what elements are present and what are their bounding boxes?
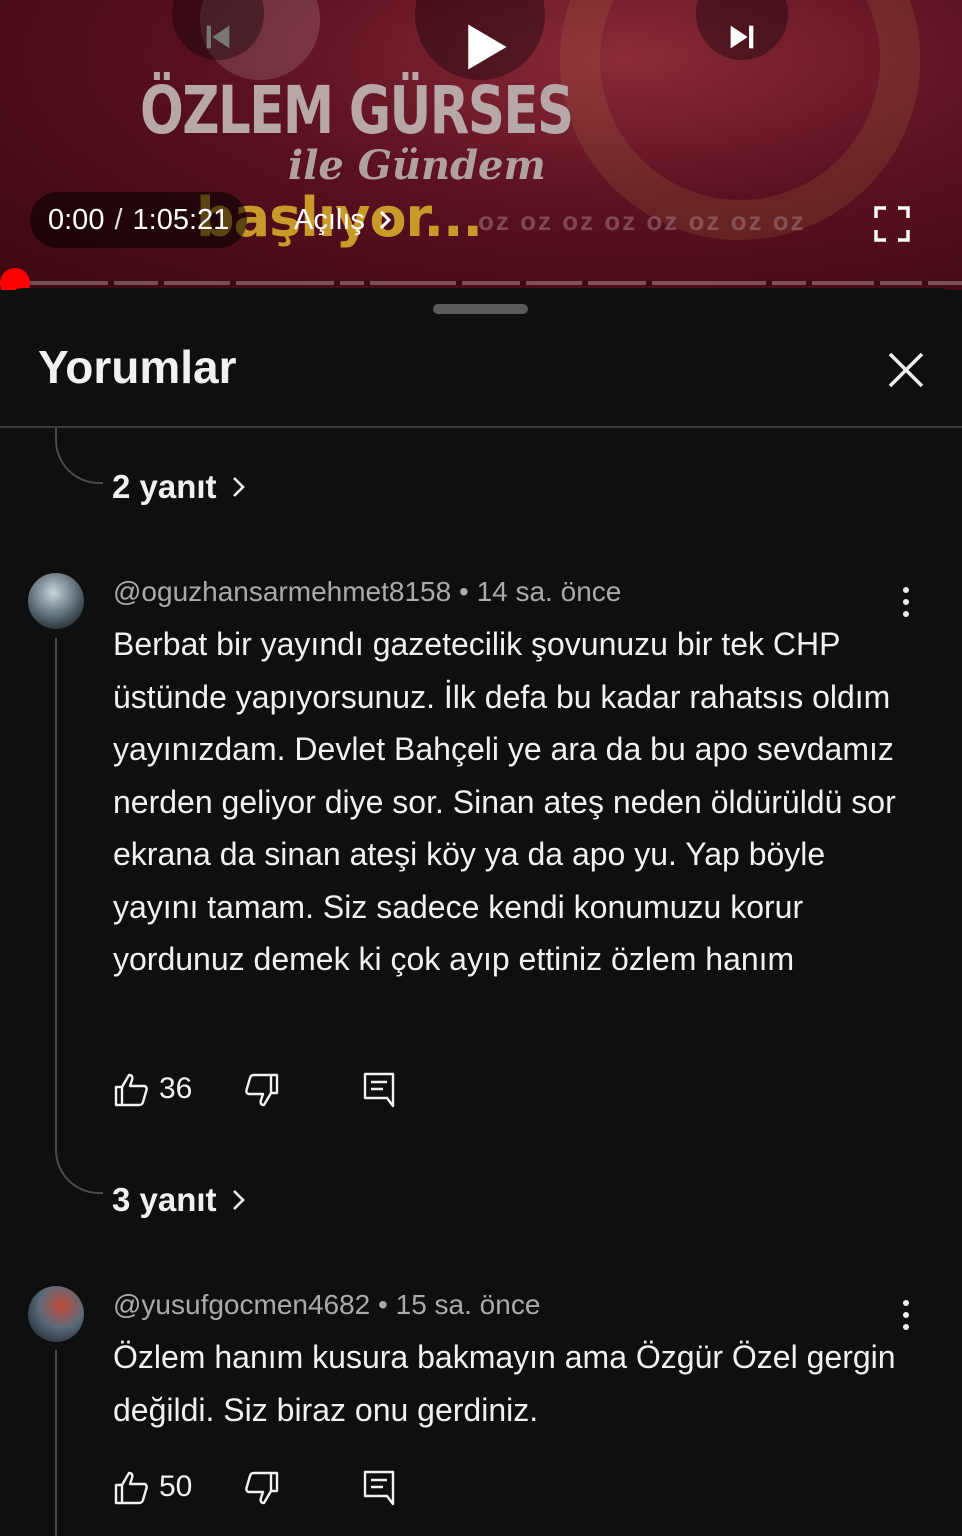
chapter-divider (874, 281, 880, 285)
panel-divider (0, 426, 962, 428)
comment-header: @oguzhansarmehmet8158 • 14 sa. önce (113, 576, 621, 608)
close-button[interactable] (884, 348, 928, 392)
chapter-divider (108, 281, 114, 285)
progress-bar[interactable] (0, 268, 962, 290)
panel-title: Yorumlar (38, 341, 237, 393)
thumb-up-icon (114, 1073, 148, 1107)
chapter-divider (364, 281, 370, 285)
video-watermark-strip: oz oz oz oz oz oz oz oz (478, 206, 806, 236)
chapter-divider (806, 281, 812, 285)
chapter-divider (334, 281, 340, 285)
dislike-button[interactable] (244, 1470, 280, 1506)
chapter-divider (230, 281, 236, 285)
more-vert-icon (903, 1300, 909, 1330)
like-count: 36 (159, 1072, 193, 1105)
chapter-divider (646, 281, 652, 285)
chevron-right-icon (379, 210, 392, 230)
video-thumbnail-title: ÖZLEM GÜRSES (140, 72, 574, 149)
thread-connector (55, 1138, 103, 1194)
comment-reply-icon (363, 1470, 395, 1506)
like-button[interactable] (113, 1470, 149, 1506)
drag-handle[interactable] (433, 304, 528, 314)
comment-text: Berbat bir yayındı gazetecilik şovunuzu … (113, 626, 896, 977)
play-button[interactable] (415, 0, 545, 80)
replies-count-label: 2 yanıt (112, 468, 217, 505)
time-separator: / (114, 203, 123, 236)
chevron-right-icon (232, 477, 245, 497)
chapter-divider (456, 281, 462, 285)
duration: 1:05:21 (132, 203, 230, 236)
play-icon (468, 24, 507, 70)
fullscreen-icon (874, 206, 910, 242)
thumb-down-icon (245, 1471, 279, 1505)
thread-line (55, 1350, 57, 1536)
thumb-down-icon (245, 1073, 279, 1107)
progress-scrubber[interactable] (0, 268, 30, 290)
chapter-label: Açılış (294, 203, 365, 236)
reply-button[interactable] (361, 1070, 397, 1108)
thread-line (55, 638, 57, 1138)
current-time: 0:00 (48, 203, 105, 236)
time-display[interactable]: 0:00 / 1:05:21 (30, 192, 248, 248)
comment-reply-icon (363, 1072, 395, 1108)
comments-panel: Yorumlar 2 yanıt @oguzhansarmehmet8158 •… (0, 288, 962, 1536)
skip-previous-icon (206, 25, 230, 49)
meta-separator: • (378, 1289, 388, 1320)
like-button[interactable] (113, 1072, 149, 1108)
chapter-divider (582, 281, 588, 285)
replies-count-label: 3 yanıt (112, 1181, 217, 1218)
close-icon (888, 352, 924, 388)
comment-time: 14 sa. önce (476, 576, 622, 607)
comment-author[interactable]: @yusufgocmen4682 (113, 1289, 370, 1320)
skip-next-icon (730, 25, 754, 49)
comment-time: 15 sa. önce (395, 1289, 541, 1320)
chapter-divider (520, 281, 526, 285)
comment-menu-button[interactable] (894, 582, 918, 622)
progress-track (0, 281, 962, 285)
like-count: 50 (159, 1470, 193, 1503)
chapter-divider (766, 281, 772, 285)
view-replies-button[interactable]: 2 yanıt (112, 468, 247, 506)
comment-menu-button[interactable] (894, 1295, 918, 1335)
chapter-button[interactable]: Açılış (272, 192, 417, 248)
video-thumbnail-subtitle: ile Gündem (288, 142, 546, 189)
chapter-divider (922, 281, 928, 285)
thumb-up-icon (114, 1471, 148, 1505)
avatar[interactable] (28, 573, 84, 629)
view-replies-button[interactable]: 3 yanıt (112, 1181, 247, 1219)
video-player[interactable]: ÖZLEM GÜRSES ile Gündem başlıyor... oz o… (0, 0, 962, 290)
thread-connector (55, 428, 103, 484)
chevron-right-icon (232, 1190, 245, 1210)
comment-text: Özlem hanım kusura bakmayın ama Özgür Öz… (113, 1339, 896, 1428)
comment-author[interactable]: @oguzhansarmehmet8158 (113, 576, 451, 607)
dislike-button[interactable] (244, 1072, 280, 1108)
fullscreen-button[interactable] (872, 204, 912, 244)
avatar[interactable] (28, 1286, 84, 1342)
meta-separator: • (458, 576, 469, 607)
chapter-divider (158, 281, 164, 285)
more-vert-icon (903, 587, 909, 617)
reply-button[interactable] (361, 1468, 397, 1506)
comment-header: @yusufgocmen4682 • 15 sa. önce (113, 1289, 540, 1321)
